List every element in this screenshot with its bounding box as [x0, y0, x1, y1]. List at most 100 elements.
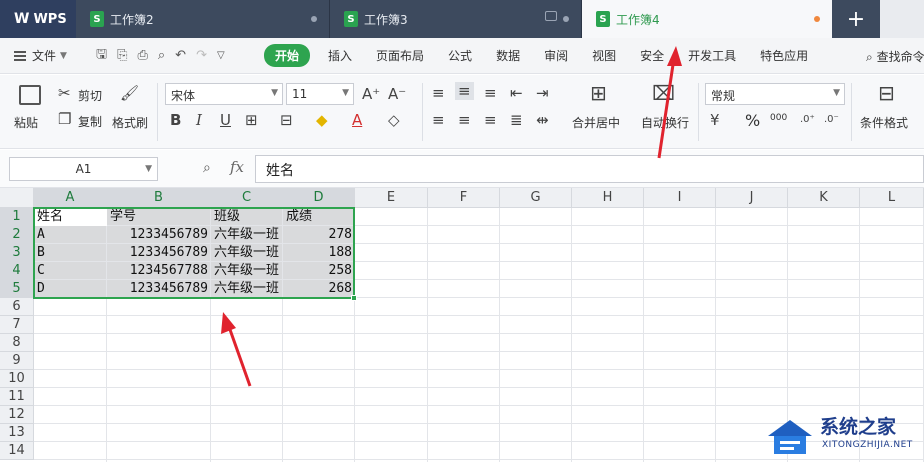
row-header-11[interactable]: 11	[0, 388, 34, 406]
screen-icon[interactable]	[545, 11, 557, 21]
increase-indent-icon[interactable]: ⇥	[536, 84, 549, 102]
row-header-1[interactable]: 1	[0, 208, 34, 226]
distribute-icon[interactable]: ⇹	[536, 111, 549, 129]
row-header-5[interactable]: 5	[0, 280, 34, 298]
paste-icon[interactable]	[19, 85, 41, 105]
merge-center-icon[interactable]: ⊞	[590, 83, 607, 103]
fill-color-icon[interactable]: ◆	[316, 111, 328, 129]
clear-format-icon[interactable]: ◇	[388, 111, 400, 129]
align-bottom-icon[interactable]: ≡	[484, 84, 497, 102]
column-header-a[interactable]: A	[34, 188, 107, 208]
row-header-7[interactable]: 7	[0, 316, 34, 334]
menu-insert[interactable]: 插入	[316, 47, 364, 64]
menu-start[interactable]: 开始	[264, 44, 311, 67]
font-color-icon[interactable]: A	[352, 111, 362, 129]
decrease-decimal-icon[interactable]: .0⁻	[824, 111, 839, 129]
conditional-format-icon[interactable]: ⊟	[878, 83, 895, 103]
redo-icon[interactable]: ↷	[196, 48, 207, 63]
row-header-2[interactable]: 2	[0, 226, 34, 244]
decrease-indent-icon[interactable]: ⇤	[510, 84, 523, 102]
scissors-icon[interactable]: ✂	[58, 84, 71, 102]
format-painter-button[interactable]: 格式刷	[112, 114, 148, 131]
fill-handle[interactable]	[351, 295, 357, 301]
column-header-l[interactable]: L	[860, 188, 924, 208]
currency-icon[interactable]: ¥	[710, 111, 720, 129]
column-header-h[interactable]: H	[572, 188, 644, 208]
search-command[interactable]: ⌕ 查找命令	[866, 48, 924, 65]
align-top-icon[interactable]: ≡	[432, 84, 445, 102]
column-header-f[interactable]: F	[428, 188, 500, 208]
copy-button[interactable]: 复制	[78, 113, 102, 130]
print-icon[interactable]: ⎙	[137, 48, 147, 63]
save-icon[interactable]: 🖫	[96, 45, 107, 67]
row-header-3[interactable]: 3	[0, 244, 34, 262]
align-right-icon[interactable]: ≡	[484, 111, 497, 129]
wrap-text-icon[interactable]: ⌧	[652, 83, 675, 103]
column-header-k[interactable]: K	[788, 188, 860, 208]
row-header-10[interactable]: 10	[0, 370, 34, 388]
wrap-text-button[interactable]: 自动换行	[641, 114, 689, 131]
format-painter-icon[interactable]: 🖌	[120, 84, 139, 102]
copy-icon[interactable]: ❐	[58, 110, 71, 128]
formula-input[interactable]: 姓名	[255, 155, 924, 183]
decrease-font-icon[interactable]: A⁻	[388, 85, 406, 103]
justify-icon[interactable]: ≣	[510, 111, 523, 129]
new-tab-button[interactable]: +	[832, 0, 880, 38]
zoom-icon[interactable]: ⌕	[203, 160, 211, 176]
name-box[interactable]: A1 ▼	[9, 157, 158, 181]
bold-icon[interactable]: B	[170, 111, 181, 129]
column-header-g[interactable]: G	[500, 188, 572, 208]
column-header-b[interactable]: B	[107, 188, 211, 208]
menu-review[interactable]: 审阅	[532, 47, 580, 64]
menu-security[interactable]: 安全	[628, 47, 676, 64]
menu-view[interactable]: 视图	[580, 47, 628, 64]
thousands-button[interactable]: 000	[770, 113, 787, 123]
increase-font-icon[interactable]: A⁺	[362, 85, 380, 103]
tab-workbook-4[interactable]: S 工作簿4	[582, 0, 832, 38]
menu-formulas[interactable]: 公式	[436, 47, 484, 64]
menu-developer[interactable]: 开发工具	[676, 47, 748, 64]
wps-w-icon: W	[14, 11, 30, 27]
export-icon[interactable]: ⎘	[117, 48, 127, 63]
conditional-format-button[interactable]: 条件格式	[860, 114, 908, 131]
column-header-d[interactable]: D	[283, 188, 355, 208]
row-header-4[interactable]: 4	[0, 262, 34, 280]
menu-data[interactable]: 数据	[484, 47, 532, 64]
row-header-6[interactable]: 6	[0, 298, 34, 316]
row-header-14[interactable]: 14	[0, 442, 34, 460]
column-header-e[interactable]: E	[355, 188, 428, 208]
row-header-8[interactable]: 8	[0, 334, 34, 352]
row-header-9[interactable]: 9	[0, 352, 34, 370]
underline-icon[interactable]: U	[220, 111, 231, 129]
merge-center-button[interactable]: 合并居中	[572, 114, 620, 131]
column-header-j[interactable]: J	[716, 188, 788, 208]
print-preview-icon[interactable]: ⌕	[158, 48, 165, 63]
column-header-c[interactable]: C	[211, 188, 283, 208]
select-all-corner[interactable]	[0, 188, 34, 208]
row-header-13[interactable]: 13	[0, 424, 34, 442]
number-format-select[interactable]: 常规 ▼	[705, 83, 845, 105]
font-size-select[interactable]: 11 ▼	[286, 83, 354, 105]
customize-icon[interactable]: ▽	[217, 50, 225, 61]
file-menu[interactable]: 文件 ▼	[0, 47, 88, 64]
tab-workbook-3[interactable]: S 工作簿3	[330, 0, 582, 38]
percent-button[interactable]: %	[745, 111, 760, 130]
menu-special-apps[interactable]: 特色应用	[748, 47, 820, 64]
borders-icon[interactable]: ⊞	[245, 111, 258, 129]
align-center-icon[interactable]: ≡	[458, 111, 471, 129]
cut-button[interactable]: 剪切	[78, 87, 102, 104]
fx-icon[interactable]: fx	[230, 158, 244, 176]
row-header-12[interactable]: 12	[0, 406, 34, 424]
italic-icon[interactable]: I	[196, 111, 202, 129]
wps-logo[interactable]: W WPS	[0, 0, 76, 38]
column-header-i[interactable]: I	[644, 188, 716, 208]
tab-workbook-2[interactable]: S 工作簿2	[76, 0, 330, 38]
font-name-select[interactable]: 宋体 ▼	[165, 83, 283, 105]
undo-icon[interactable]: ↶	[175, 48, 186, 63]
menu-page-layout[interactable]: 页面布局	[364, 47, 436, 64]
paste-button[interactable]: 粘贴	[14, 114, 38, 131]
align-middle-icon[interactable]: ≡	[455, 82, 474, 100]
increase-decimal-icon[interactable]: .0⁺	[800, 111, 815, 129]
align-left-icon[interactable]: ≡	[432, 111, 445, 129]
cell-style-icon[interactable]: ⊟	[280, 111, 293, 129]
